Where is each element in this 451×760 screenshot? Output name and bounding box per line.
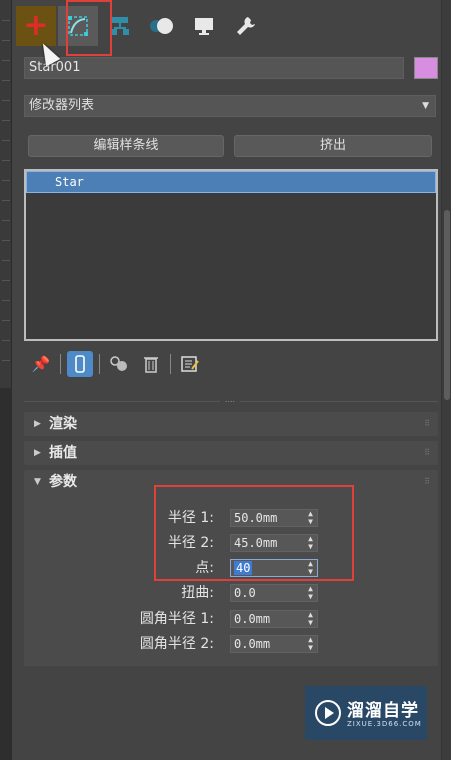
drag-handle-icon: ⠿ xyxy=(424,448,430,457)
fillet1-row: 圆角半径 1: 0.0mm ▲ ▼ xyxy=(16,609,436,629)
spinner-arrows-icon[interactable]: ▲ ▼ xyxy=(308,636,313,652)
modify-tab-highlight xyxy=(66,0,112,56)
render-rollout-title: 渲染 xyxy=(49,416,77,432)
fillet2-spinner[interactable]: 0.0mm ▲ ▼ xyxy=(230,635,318,653)
chevron-down-icon: ▼ xyxy=(34,477,41,487)
display-icon xyxy=(195,18,213,35)
motion-icon xyxy=(150,18,173,34)
fillet1-value: 0.0mm xyxy=(234,612,271,626)
show-end-result-button[interactable] xyxy=(67,351,93,377)
distortion-row: 扭曲: 0.0 ▲ ▼ xyxy=(16,583,436,603)
extrude-button[interactable]: 挤出 xyxy=(234,135,432,157)
make-unique-icon xyxy=(110,356,127,371)
scrollbar-thumb[interactable] xyxy=(444,210,450,400)
spinner-arrows-icon[interactable]: ▲ ▼ xyxy=(308,585,313,601)
parameters-rollout-title: 参数 xyxy=(49,474,77,490)
interpolation-rollout[interactable]: ▶ 插值 ⠿ xyxy=(24,441,438,465)
motion-tab[interactable] xyxy=(142,6,182,46)
fillet2-row: 圆角半径 2: 0.0mm ▲ ▼ xyxy=(16,634,436,654)
pin-icon: 📌 xyxy=(31,355,51,373)
distortion-label: 扭曲: xyxy=(181,585,214,601)
modifier-stack[interactable]: Star xyxy=(24,169,438,341)
drag-handle-icon: ⠿ xyxy=(424,419,430,428)
interpolation-rollout-title: 插值 xyxy=(49,445,77,461)
distortion-spinner[interactable]: 0.0 ▲ ▼ xyxy=(230,584,318,602)
modifier-list-label: 修改器列表 xyxy=(29,98,95,113)
plus-icon: + xyxy=(23,8,49,43)
viewport-edge xyxy=(0,0,12,760)
chevron-right-icon: ▶ xyxy=(34,419,41,429)
chevron-down-icon: ▼ xyxy=(422,101,429,111)
play-logo-icon xyxy=(315,700,341,726)
rollout-divider[interactable]: .... xyxy=(24,396,438,404)
object-name-row: Star001 xyxy=(24,57,438,79)
end-result-icon xyxy=(75,355,85,373)
command-panel: + Star001 修改器列表 ▼ 编辑样条线 挤出 Star 📌 .... ▶… xyxy=(16,0,441,760)
fillet1-label: 圆角半径 1: xyxy=(139,611,214,627)
chevron-right-icon: ▶ xyxy=(34,448,41,458)
display-tab[interactable] xyxy=(184,6,224,46)
utilities-tab[interactable] xyxy=(226,6,266,46)
stack-toolbar: 📌 xyxy=(28,350,209,378)
fillet2-label: 圆角半径 2: xyxy=(139,636,214,652)
stack-item-star[interactable]: Star xyxy=(26,171,436,193)
object-color-swatch[interactable] xyxy=(414,57,438,79)
params-highlight xyxy=(154,485,354,581)
watermark-cn: 溜溜自学 xyxy=(347,701,419,721)
distortion-value: 0.0 xyxy=(234,586,256,600)
panel-scrollbar[interactable] xyxy=(441,0,451,760)
watermark-en: ZIXUE.3D66.COM xyxy=(347,720,422,728)
command-panel-tabs: + xyxy=(16,6,268,46)
fillet1-spinner[interactable]: 0.0mm ▲ ▼ xyxy=(230,610,318,628)
spinner-arrows-icon[interactable]: ▲ ▼ xyxy=(308,611,313,627)
fillet2-value: 0.0mm xyxy=(234,637,271,651)
pin-stack-button[interactable]: 📌 xyxy=(28,351,54,377)
configure-icon xyxy=(181,356,199,372)
configure-modifier-sets-button[interactable] xyxy=(177,351,203,377)
render-rollout[interactable]: ▶ 渲染 ⠿ xyxy=(24,412,438,436)
object-name-field[interactable]: Star001 xyxy=(24,57,404,79)
drag-handle-icon: ⠿ xyxy=(424,477,430,486)
utilities-wrench-icon xyxy=(237,17,255,35)
edit-spline-button[interactable]: 编辑样条线 xyxy=(28,135,224,157)
make-unique-button[interactable] xyxy=(106,351,132,377)
watermark: 溜溜自学 ZIXUE.3D66.COM xyxy=(305,686,427,740)
modifier-list-dropdown[interactable]: 修改器列表 ▼ xyxy=(24,95,436,117)
trash-icon xyxy=(144,357,158,373)
remove-modifier-button[interactable] xyxy=(138,351,164,377)
